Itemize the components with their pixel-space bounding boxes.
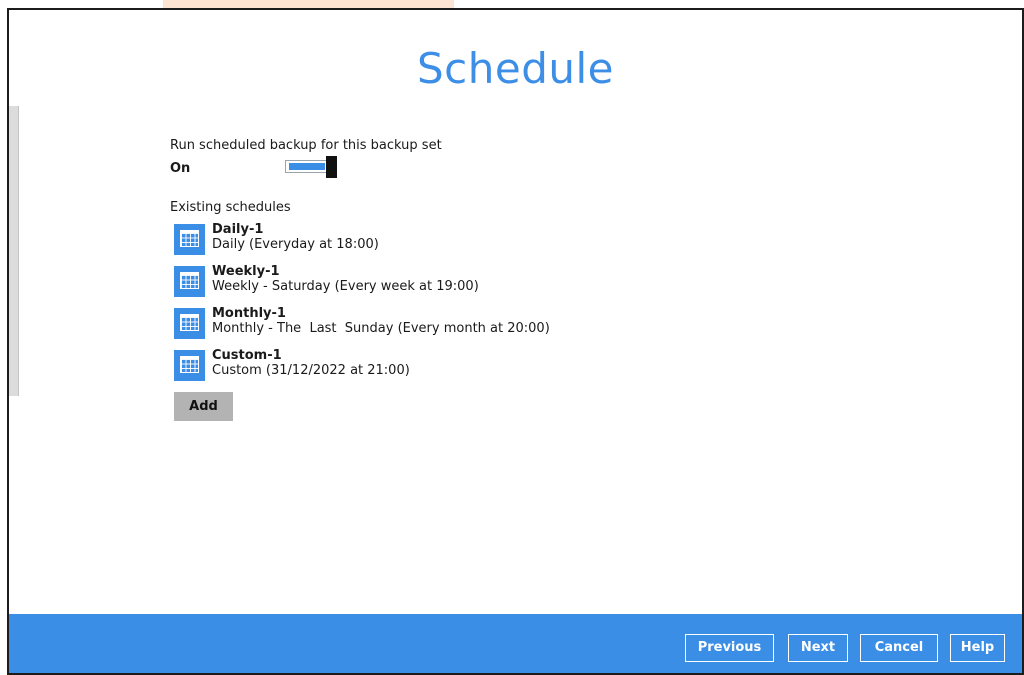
toggle-state-label: On xyxy=(170,161,191,176)
wizard-window: Schedule Run scheduled backup for this b… xyxy=(7,8,1024,675)
calendar-icon xyxy=(174,308,205,339)
add-schedule-button[interactable]: Add xyxy=(174,392,233,421)
schedule-item-monthly[interactable]: Monthly-1 Monthly - The Last Sunday (Eve… xyxy=(174,306,654,342)
next-button[interactable]: Next xyxy=(788,634,848,662)
calendar-icon xyxy=(174,350,205,381)
schedule-item-daily[interactable]: Daily-1 Daily (Everyday at 18:00) xyxy=(174,222,654,258)
help-button[interactable]: Help xyxy=(950,634,1005,662)
run-scheduled-backup-label: Run scheduled backup for this backup set xyxy=(170,138,442,153)
calendar-icon xyxy=(174,266,205,297)
calendar-icon xyxy=(174,224,205,255)
left-side-panel xyxy=(9,106,19,396)
schedule-item-weekly[interactable]: Weekly-1 Weekly - Saturday (Every week a… xyxy=(174,264,654,300)
schedule-name: Daily-1 xyxy=(212,222,264,237)
existing-schedules-label: Existing schedules xyxy=(170,200,291,215)
schedule-description: Monthly - The Last Sunday (Every month a… xyxy=(212,321,550,336)
schedule-name: Monthly-1 xyxy=(212,306,286,321)
schedule-description: Custom (31/12/2022 at 21:00) xyxy=(212,363,410,378)
schedule-description: Weekly - Saturday (Every week at 19:00) xyxy=(212,279,479,294)
schedule-name: Custom-1 xyxy=(212,348,282,363)
page-title: Schedule xyxy=(417,44,614,93)
footer-bar: Previous Next Cancel Help xyxy=(9,614,1022,673)
cancel-button[interactable]: Cancel xyxy=(860,634,938,662)
previous-button[interactable]: Previous xyxy=(685,634,774,662)
schedule-item-custom[interactable]: Custom-1 Custom (31/12/2022 at 21:00) xyxy=(174,348,654,384)
toggle-knob[interactable] xyxy=(326,156,337,178)
schedule-description: Daily (Everyday at 18:00) xyxy=(212,237,379,252)
toggle-fill xyxy=(289,163,325,170)
schedule-name: Weekly-1 xyxy=(212,264,280,279)
scheduled-backup-toggle[interactable] xyxy=(285,156,338,178)
